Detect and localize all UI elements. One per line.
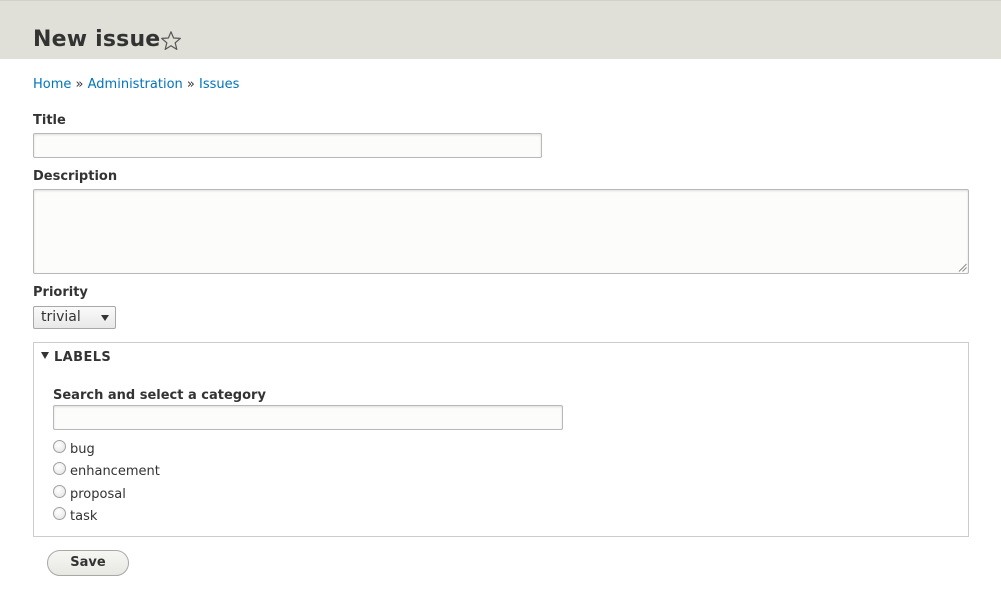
resize-grip-icon[interactable] xyxy=(958,263,967,272)
labels-legend-text: LABELS xyxy=(54,350,112,365)
breadcrumb: Home » Administration » Issues xyxy=(33,76,239,94)
radio-label: proposal xyxy=(70,487,126,502)
radio-label: bug xyxy=(70,442,95,457)
category-search-label: Search and select a category xyxy=(53,388,266,403)
breadcrumb-separator: » xyxy=(186,77,195,92)
star-icon[interactable] xyxy=(160,30,182,52)
labels-legend-toggle[interactable]: LABELS xyxy=(41,350,111,366)
breadcrumb-link-issues[interactable]: Issues xyxy=(199,77,239,92)
description-label: Description xyxy=(33,169,118,184)
title-label: Title xyxy=(33,113,66,128)
radio-label: task xyxy=(70,509,98,524)
title-input[interactable] xyxy=(33,133,542,158)
radio-label: enhancement xyxy=(70,464,160,479)
page-title: New issue xyxy=(33,27,161,52)
category-search-input[interactable] xyxy=(53,405,563,430)
page-header: New issue xyxy=(0,0,1001,59)
priority-select[interactable]: trivial xyxy=(33,306,116,329)
radio-button[interactable] xyxy=(53,462,66,475)
triangle-down-icon xyxy=(41,352,49,359)
radio-button[interactable] xyxy=(53,507,66,520)
chevron-down-icon xyxy=(101,315,109,321)
priority-label: Priority xyxy=(33,285,88,300)
radio-button[interactable] xyxy=(53,440,66,453)
breadcrumb-link-home[interactable]: Home xyxy=(33,77,71,92)
priority-selected-value: trivial xyxy=(41,309,81,325)
radio-button[interactable] xyxy=(53,485,66,498)
save-button[interactable]: Save xyxy=(47,550,129,576)
breadcrumb-separator: » xyxy=(75,77,84,92)
description-textarea[interactable] xyxy=(33,189,969,274)
labels-fieldset: LABELS Search and select a category bug … xyxy=(33,342,969,537)
breadcrumb-link-administration[interactable]: Administration xyxy=(88,77,183,92)
